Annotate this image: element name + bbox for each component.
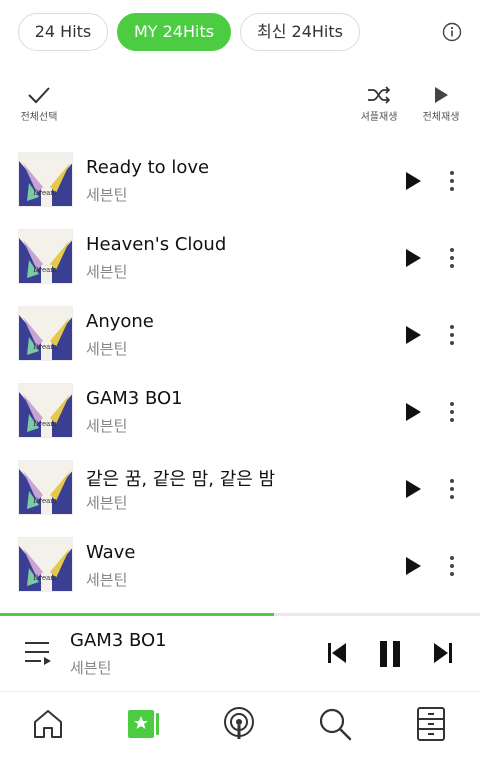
track-row[interactable]: Dream 같은 꿈, 같은 맘, 같은 밤 세븐틴 <box>0 450 480 527</box>
more-options-icon[interactable] <box>446 169 458 193</box>
play-all-label: 전체재생 <box>422 112 460 123</box>
track-title: 같은 꿈, 같은 맘, 같은 밤 <box>86 469 276 490</box>
play-icon <box>435 87 448 103</box>
svg-text:Dream: Dream <box>33 497 57 505</box>
track-artist: 세븐틴 <box>86 263 128 281</box>
play-icon[interactable] <box>404 325 422 345</box>
bottom-navigation <box>0 693 480 757</box>
album-art: Dream <box>18 152 73 207</box>
tab-latest-24hits[interactable]: 최신 24Hits <box>240 13 360 51</box>
storage-icon[interactable] <box>414 707 448 741</box>
track-row[interactable]: Dream Heaven's Cloud 세븐틴 <box>0 219 480 296</box>
tab-24-hits[interactable]: 24 Hits <box>18 13 108 51</box>
svg-text:Dream: Dream <box>33 266 57 274</box>
track-row[interactable]: Dream Wave 세븐틴 <box>0 527 480 604</box>
svg-text:Dream: Dream <box>33 189 57 197</box>
album-art: Dream <box>18 306 73 361</box>
shuffle-button[interactable]: 셔플재생 <box>349 84 409 123</box>
mini-player: GAM3 BO1 세븐틴 <box>0 616 480 692</box>
more-options-icon[interactable] <box>446 246 458 270</box>
svg-text:Dream: Dream <box>33 420 57 428</box>
track-row[interactable]: Dream GAM3 BO1 세븐틴 <box>0 373 480 450</box>
select-all-button[interactable]: 전체선택 <box>9 84 69 123</box>
track-artist: 세븐틴 <box>86 186 128 204</box>
more-options-icon[interactable] <box>446 554 458 578</box>
track-artist: 세븐틴 <box>86 571 128 589</box>
now-playing-title: GAM3 BO1 <box>70 630 167 651</box>
tab-my-24hits[interactable]: MY 24Hits <box>117 13 231 51</box>
list-toolbar: 전체선택 셔플재생 전체재생 <box>0 84 480 130</box>
home-icon[interactable] <box>31 707 65 741</box>
album-art: Dream <box>18 460 73 515</box>
track-artist: 세븐틴 <box>86 417 128 435</box>
more-options-icon[interactable] <box>446 400 458 424</box>
shuffle-icon <box>368 86 391 104</box>
svg-text:Dream: Dream <box>33 574 57 582</box>
checkmark-icon <box>28 87 50 104</box>
select-all-label: 전체선택 <box>20 112 58 123</box>
svg-text:Dream: Dream <box>33 343 57 351</box>
track-title: Wave <box>86 542 136 563</box>
skip-next-icon[interactable] <box>432 640 454 666</box>
track-artist: 세븐틴 <box>86 494 128 512</box>
podcast-icon[interactable] <box>222 707 256 741</box>
info-icon[interactable] <box>442 22 462 42</box>
track-row[interactable]: Dream Anyone 세븐틴 <box>0 296 480 373</box>
track-title: Anyone <box>86 311 154 332</box>
track-title: Ready to love <box>86 157 210 178</box>
play-icon[interactable] <box>404 248 422 268</box>
play-icon[interactable] <box>404 479 422 499</box>
album-art: Dream <box>18 383 73 438</box>
shuffle-label: 셔플재생 <box>360 112 398 123</box>
chart-tabs: 24 Hits MY 24Hits 최신 24Hits <box>18 13 462 51</box>
play-icon[interactable] <box>404 556 422 576</box>
play-all-button[interactable]: 전체재생 <box>411 84 471 123</box>
more-options-icon[interactable] <box>446 477 458 501</box>
track-artist: 세븐틴 <box>86 340 128 358</box>
pause-icon[interactable] <box>377 640 403 668</box>
play-icon[interactable] <box>404 171 422 191</box>
track-title: GAM3 BO1 <box>86 388 183 409</box>
more-options-icon[interactable] <box>446 323 458 347</box>
album-art: Dream <box>18 537 73 592</box>
now-playing-artist: 세븐틴 <box>70 659 112 677</box>
my-music-icon[interactable] <box>127 707 161 741</box>
album-art: Dream <box>18 229 73 284</box>
skip-previous-icon[interactable] <box>326 640 348 666</box>
search-icon[interactable] <box>318 707 352 741</box>
track-row[interactable]: Dream Ready to love 세븐틴 <box>0 142 480 219</box>
track-title: Heaven's Cloud <box>86 234 227 255</box>
play-icon[interactable] <box>404 402 422 422</box>
playlist-icon[interactable] <box>24 640 52 666</box>
